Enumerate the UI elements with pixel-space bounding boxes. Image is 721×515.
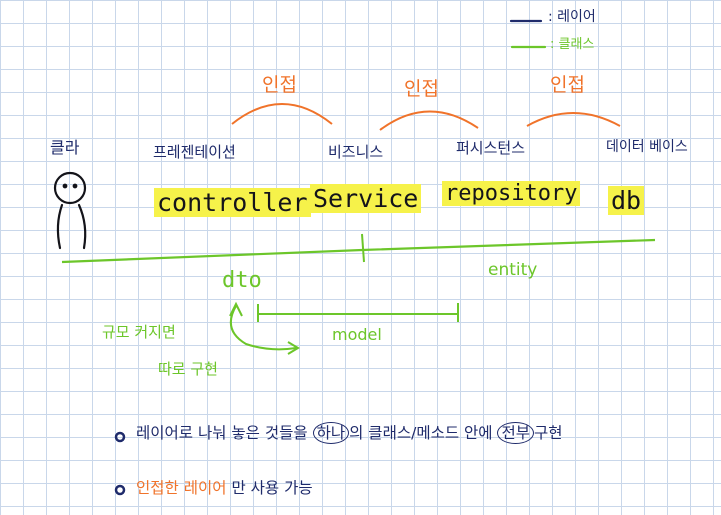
class-dto: dto: [222, 268, 262, 293]
class-entity: entity: [488, 260, 538, 280]
bullet-1-pre: 레이어로 나눠 놓은 것들을: [136, 424, 308, 442]
client-figure: [53, 171, 87, 250]
bullet-1-post: 구현: [534, 424, 563, 442]
injection-arc-1: [231, 103, 333, 125]
bullet-dot-1: [114, 431, 126, 443]
legend-layer-label: : 레이어: [548, 9, 596, 25]
injection-label-2: 인접: [404, 78, 439, 100]
injection-arc-2: [379, 110, 479, 131]
component-repository: repository: [442, 181, 581, 206]
layer-business: 비즈니스: [328, 143, 384, 161]
legend-class-label: : 클래스: [550, 37, 595, 52]
layer-presentation: 프레젠테이션: [153, 143, 236, 161]
component-service: Service: [310, 184, 422, 213]
bullet-2-adjacent: 인접한: [136, 479, 179, 497]
client-label: 클라: [50, 138, 80, 157]
side-note-line1: 규모 커지면: [102, 323, 176, 341]
bullet-1: 레이어로 나눠 놓은 것들을 하나 의 클래스/메소드 안에 전부 구현: [136, 422, 563, 444]
bullet-2-post: 만 사용 가능: [231, 479, 313, 497]
bullet-dot-2: [114, 484, 126, 496]
class-line-divider: [361, 233, 365, 263]
injection-label-1: 인접: [262, 74, 297, 96]
bullet-1-circle-all: 전부: [497, 422, 535, 444]
injection-label-3: 인접: [550, 74, 585, 96]
component-db: db: [608, 186, 645, 215]
layer-persistence: 퍼시스턴스: [456, 139, 526, 157]
component-controller: controller: [154, 188, 311, 217]
class-line-main: [61, 238, 656, 264]
injection-arc-3: [526, 112, 621, 127]
side-note-line2: 따로 구현: [158, 360, 218, 378]
bullet-1-mid: 의 클래스/메소드 안에: [349, 424, 493, 442]
bullet-2-layer: 레이어: [183, 479, 227, 497]
bullet-2: 인접한 레이어 만 사용 가능: [136, 479, 313, 497]
class-model: model: [332, 325, 382, 344]
bullet-1-circle-one: 하나: [312, 422, 350, 444]
layer-database: 데이터 베이스: [606, 139, 688, 155]
